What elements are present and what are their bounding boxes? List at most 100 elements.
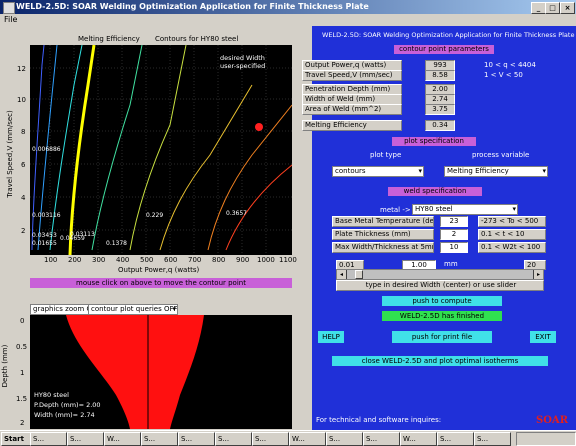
system-tray	[516, 432, 576, 446]
plot-type-value: contours	[335, 167, 366, 175]
param-efficiency-value: 0.34	[425, 120, 455, 131]
metal-label: metal ->	[380, 206, 411, 214]
compute-button[interactable]: push to compute	[382, 296, 502, 306]
taskbar-button[interactable]: S...	[178, 432, 215, 446]
taskbar-button[interactable]: S...	[363, 432, 400, 446]
contour-label: 0.1378	[106, 240, 127, 247]
exit-button[interactable]: EXIT	[530, 331, 556, 343]
contour-label: 0.003116	[32, 212, 61, 219]
legend-user-specified: user-specified	[220, 62, 265, 70]
contour-plot[interactable]: desired Width user-specified 0.006886 0.…	[30, 45, 292, 255]
close-button[interactable]: ×	[560, 2, 575, 14]
contour-point-marker[interactable]	[255, 123, 263, 131]
y-axis: 2 4 6 8 10 12	[17, 45, 30, 255]
range-v: 1 < V < 50	[484, 71, 523, 79]
chevron-down-icon: ▾	[172, 305, 176, 313]
process-variable-label: process variable	[472, 151, 530, 159]
plot-type-select[interactable]: contours ▾	[332, 166, 424, 177]
width-slider[interactable]: ◂ ▸	[336, 269, 544, 280]
y-tick: 8	[21, 128, 26, 136]
contour-title-right: Contours for HY80 steel	[155, 35, 239, 43]
y-tick: 0	[20, 317, 25, 325]
query-select-label: contour plot queries OFF	[91, 305, 178, 313]
slider-help-text: type in desired Width (center) or use sl…	[336, 280, 544, 291]
contour-params-button[interactable]: contour point parameters	[394, 45, 494, 54]
taskbar-button[interactable]: S...	[67, 432, 104, 446]
x-axis-label: Output Power,q (watts)	[118, 266, 200, 274]
close-plot-button[interactable]: close WELD-2.5D and plot optimal isother…	[332, 356, 548, 366]
y-tick: 2	[21, 227, 26, 235]
y-tick: 12	[17, 65, 26, 73]
section-y-axis: 0 0.5 1 1.5 2	[16, 315, 30, 429]
taskbar: Start S... S... W... S... S... S... S... W... S.…	[0, 430, 576, 446]
x-tick: 600	[164, 256, 178, 264]
spec-temp-label: Base Metal Temperature (deg C)	[332, 216, 434, 227]
taskbar-button[interactable]: S...	[215, 432, 252, 446]
slider-left-arrow[interactable]: ◂	[337, 270, 347, 279]
x-tick: 900	[236, 256, 250, 264]
slider-unit: mm	[444, 260, 458, 268]
y-tick: 0.5	[16, 343, 28, 351]
query-select[interactable]: contour plot queries OFF ▾	[88, 304, 178, 315]
weld-spec-button[interactable]: weld specification	[388, 187, 482, 196]
spec-thickness-range: 0.1 < t < 10	[478, 229, 546, 240]
param-efficiency-label: Melting Efficiency	[302, 120, 402, 131]
title-bar: WELD-2.5D: SOAR Welding Optimization App…	[0, 0, 576, 14]
process-variable-select[interactable]: Melting Efficiency ▾	[444, 166, 548, 177]
start-button[interactable]: Start	[1, 432, 31, 446]
y-tick: 2	[20, 419, 25, 427]
taskbar-button[interactable]: W...	[289, 432, 326, 446]
contour-title-left: Melting Efficiency	[78, 35, 140, 43]
taskbar-button[interactable]: S...	[326, 432, 363, 446]
contour-hint-bar: mouse click on above to move the contour…	[30, 278, 292, 288]
print-button[interactable]: push for print file	[392, 331, 492, 343]
y-tick: 4	[21, 194, 26, 202]
spec-ratio-input[interactable]: 10	[440, 242, 468, 253]
window-title: WELD-2.5D: SOAR Welding Optimization App…	[16, 2, 369, 11]
taskbar-button[interactable]: W...	[104, 432, 141, 446]
maximize-button[interactable]: □	[545, 2, 560, 14]
taskbar-button[interactable]: W...	[400, 432, 437, 446]
param-speed-label: Travel Speed,V (mm/sec)	[302, 70, 402, 81]
x-tick: 400	[116, 256, 130, 264]
x-tick: 200	[68, 256, 82, 264]
section-y-axis-label: Depth (mm)	[1, 344, 9, 388]
contour-label: 0.03453	[32, 232, 57, 239]
soar-logo: SOAR	[536, 415, 569, 426]
taskbar-button[interactable]: S...	[252, 432, 289, 446]
metal-value: HY80 steel	[415, 205, 453, 213]
contour-label: 0.229	[146, 212, 163, 219]
menu-file[interactable]: File	[4, 15, 17, 24]
spec-thickness-input[interactable]: 2	[440, 229, 468, 240]
slider-thumb[interactable]	[355, 270, 363, 279]
panel-header: WELD-2.5D: SOAR Welding Optimization App…	[322, 31, 575, 39]
contour-label: 0.01655	[32, 240, 57, 247]
legend-desired-width: desired Width	[220, 54, 265, 62]
y-tick: 6	[21, 161, 26, 169]
chevron-down-icon: ▾	[512, 205, 516, 213]
spec-temp-input[interactable]: 23	[440, 216, 468, 227]
help-button[interactable]: HELP	[318, 331, 344, 343]
zoom-select[interactable]: graphics zoom ON	[30, 304, 92, 315]
taskbar-items: S... S... W... S... S... S... S... W... S... S...…	[30, 431, 511, 446]
taskbar-button[interactable]: S...	[474, 432, 511, 446]
chevron-down-icon: ▾	[542, 167, 546, 175]
spec-ratio-range: 0.1 < W2t < 100	[478, 242, 546, 253]
taskbar-button[interactable]: S...	[30, 432, 67, 446]
y-tick: 10	[17, 96, 26, 104]
x-tick: 1000	[257, 256, 275, 264]
chevron-down-icon: ▾	[418, 167, 422, 175]
minimize-button[interactable]: _	[531, 2, 546, 14]
process-variable-value: Melting Efficiency	[447, 167, 509, 175]
section-steel: HY80 steel	[34, 391, 69, 399]
weld-section-plot[interactable]: HY80 steel P.Depth (mm)= 2.00 Width (mm)…	[30, 315, 292, 429]
slider-right-arrow[interactable]: ▸	[533, 270, 543, 279]
app-icon	[3, 2, 15, 14]
plot-spec-button[interactable]: plot specification	[392, 137, 476, 146]
y-axis-label: Travel Speed,V (mm/sec)	[6, 110, 14, 198]
taskbar-button[interactable]: S...	[141, 432, 178, 446]
taskbar-button[interactable]: S...	[437, 432, 474, 446]
section-width: Width (mm)= 2.74	[34, 411, 95, 419]
metal-select[interactable]: HY80 steel ▾	[412, 204, 518, 215]
contour-label: 0.3657	[226, 210, 247, 217]
